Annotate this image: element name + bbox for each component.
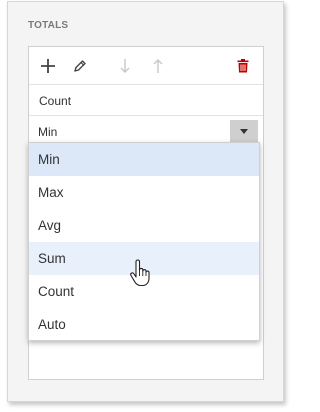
select-current-value: Min — [38, 125, 58, 139]
plus-icon — [41, 59, 55, 73]
trash-icon — [237, 59, 249, 73]
edit-button[interactable] — [69, 55, 91, 77]
arrow-down-icon — [120, 59, 130, 73]
caret-down-icon — [240, 128, 248, 134]
option-min[interactable]: Min — [29, 143, 259, 176]
summary-type-select[interactable]: Min — [29, 115, 263, 145]
option-avg[interactable]: Avg — [29, 209, 259, 242]
option-max[interactable]: Max — [29, 176, 259, 209]
delete-button[interactable] — [232, 55, 254, 77]
option-auto[interactable]: Auto — [29, 308, 259, 341]
totals-toolbar — [29, 47, 263, 85]
summary-type-dropdown: Min Max Avg Sum Count Auto — [28, 142, 260, 341]
move-down-button[interactable] — [114, 55, 136, 77]
section-title: TOTALS — [28, 20, 69, 31]
pencil-icon — [74, 60, 86, 72]
arrow-up-icon — [153, 59, 163, 73]
add-button[interactable] — [37, 55, 59, 77]
hand-cursor-icon — [130, 259, 150, 287]
move-up-button[interactable] — [147, 55, 169, 77]
select-dropdown-button[interactable] — [230, 120, 258, 142]
total-name-label: Count — [39, 94, 72, 108]
